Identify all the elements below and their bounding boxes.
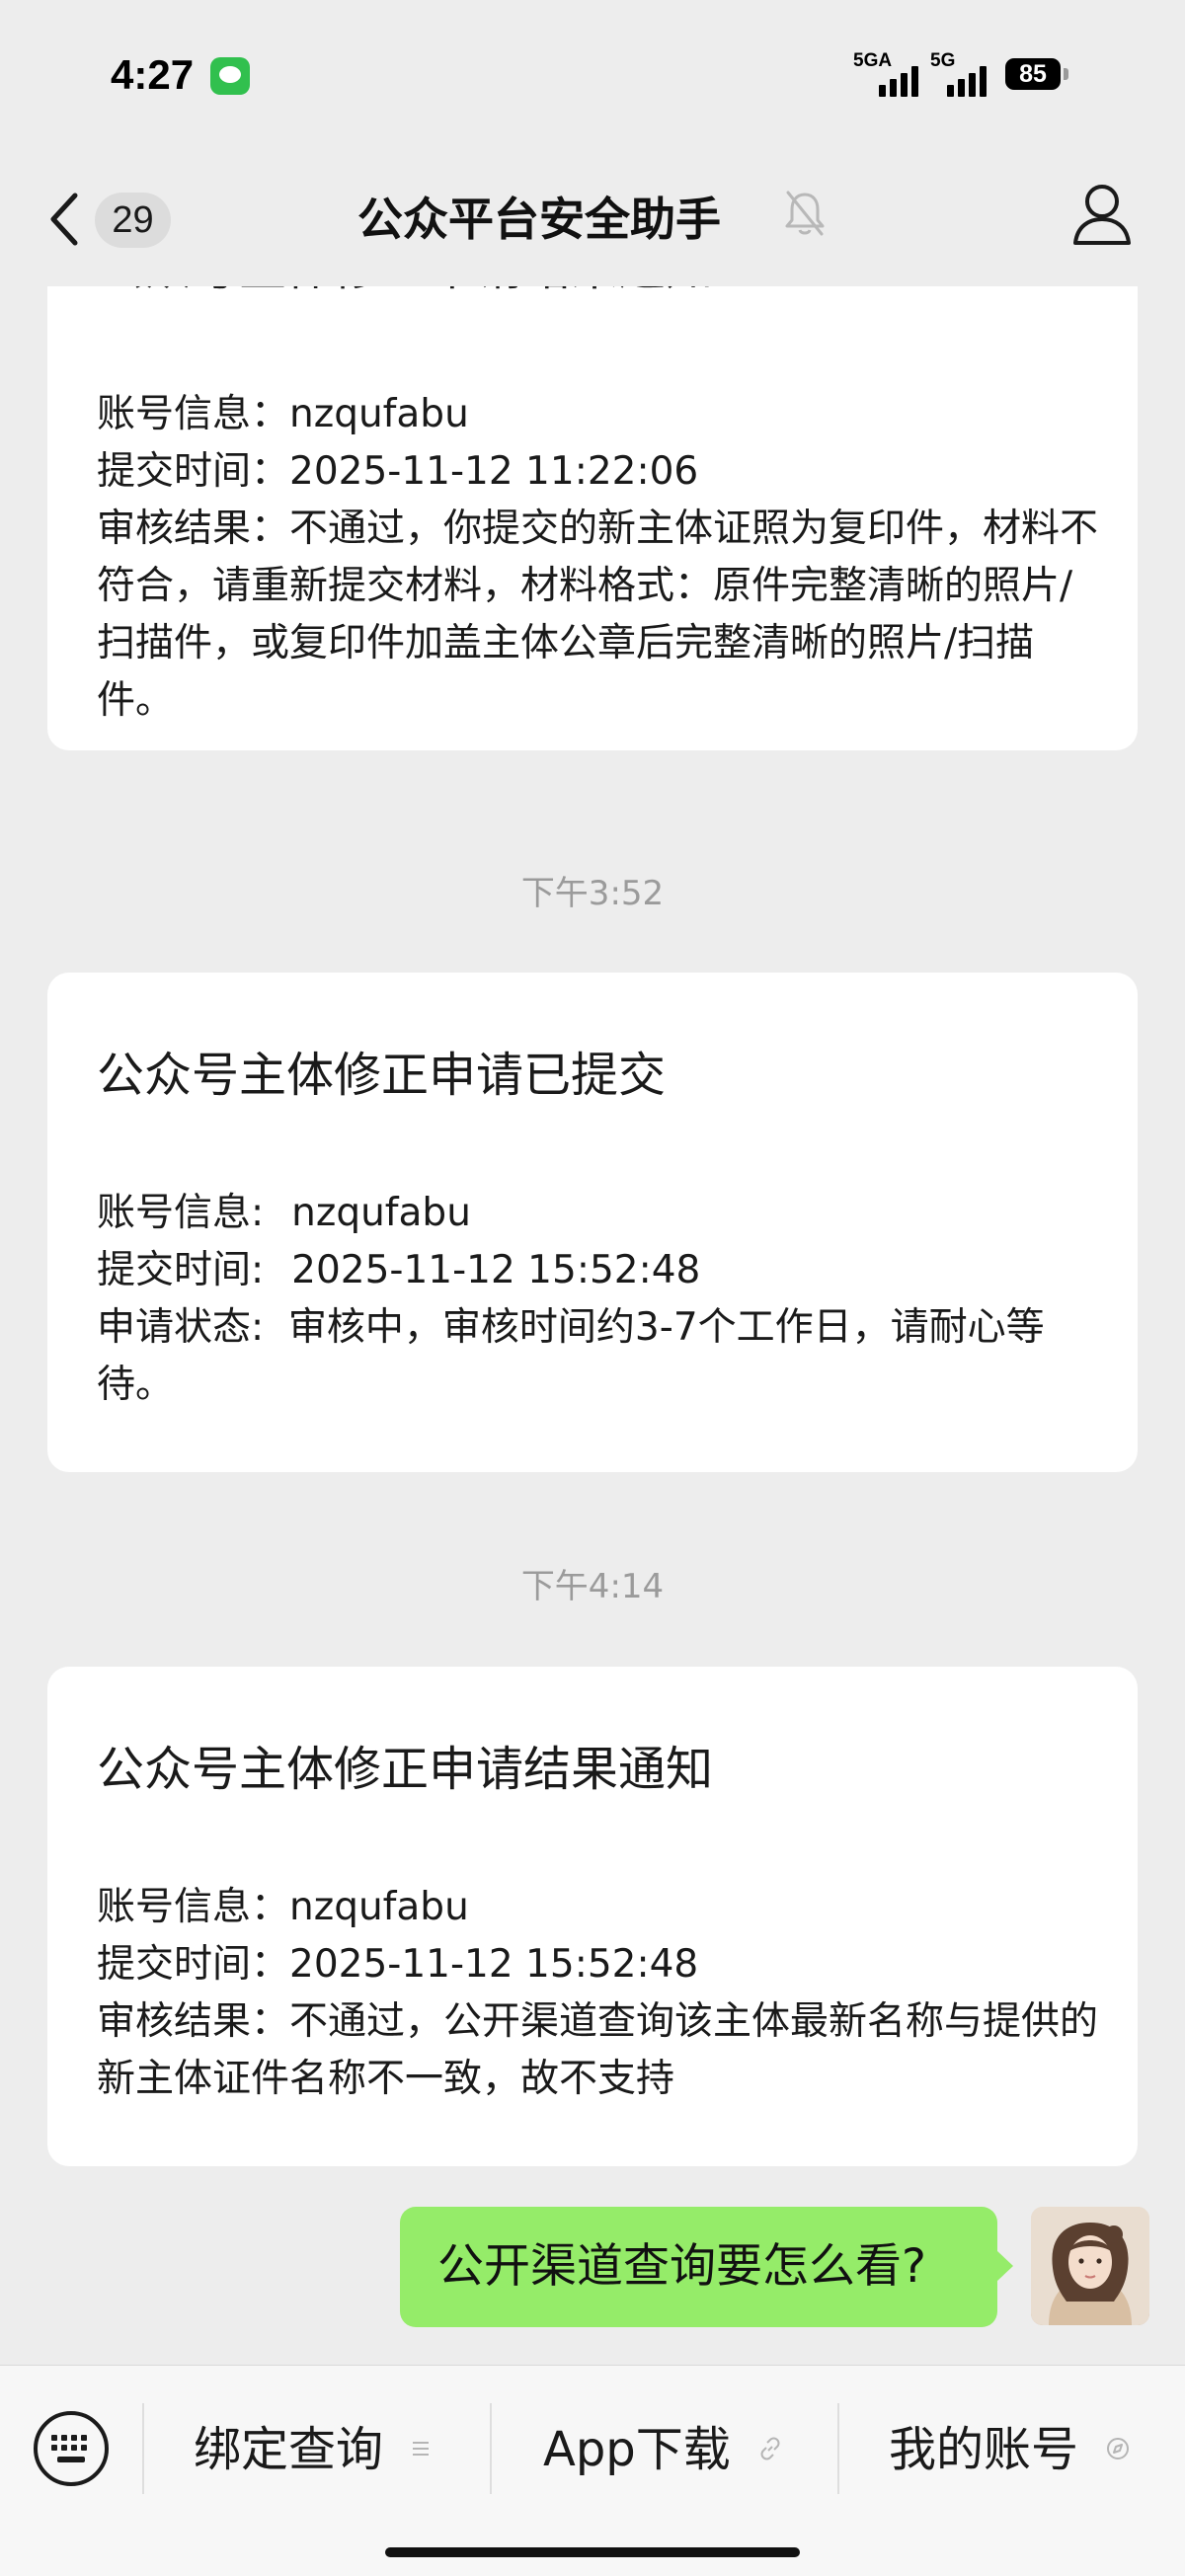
battery-icon: 85 <box>1005 58 1061 90</box>
message-title: 公众号主体修正申请已提交 <box>97 1048 667 1103</box>
list-icon <box>413 2442 430 2456</box>
application-status-text: 申请状态: 审核中，审核时间约3-7个工作日，请耐心等待。 <box>97 1305 1045 1407</box>
account-info-line: 账号信息：nzqufabu <box>97 1879 1098 1936</box>
my-message-bubble[interactable]: 公开渠道查询要怎么看? <box>400 2207 1013 2327</box>
menu-divider <box>490 2403 492 2494</box>
compass-icon <box>1107 2438 1130 2459</box>
avatar-image <box>1031 2207 1149 2325</box>
person-icon[interactable] <box>1071 182 1133 247</box>
menu-divider <box>837 2403 839 2494</box>
review-result-text: 审核结果：不通过，公开渠道查询该主体最新名称与提供的新主体证件名称不一致，故不支… <box>97 1999 1099 2101</box>
account-label: 账号信息： <box>97 1885 290 1929</box>
chevron-left-icon <box>50 193 78 246</box>
status-time: 4:27 <box>111 51 195 98</box>
page-title: 公众平台安全助手 <box>357 193 721 246</box>
menu-item-label: 我的账号 <box>889 2422 1079 2477</box>
submit-time-label: 提交时间： <box>97 1942 290 1987</box>
back-button[interactable]: 29 <box>40 184 188 253</box>
menu-item-app-download[interactable]: App下载 <box>543 2405 783 2494</box>
account-value: nzqufabu <box>289 1885 469 1929</box>
keyboard-toggle-button[interactable] <box>32 2409 111 2488</box>
submit-time-label: 提交时间: <box>97 1248 265 1292</box>
message-title: 公众号主体修正申请结果通知 <box>97 286 713 300</box>
battery-tip <box>1064 68 1068 80</box>
link-icon <box>760 2437 780 2460</box>
message-body: 账号信息：nzqufabu 提交时间：2025-11-12 15:52:48 审… <box>97 1879 1098 2108</box>
submit-time-value: 2025-11-12 11:22:06 <box>289 449 699 494</box>
keyboard-icon <box>34 2411 109 2486</box>
account-label: 账号信息： <box>97 392 290 436</box>
review-result-text: 审核结果：不通过，你提交的新主体证照为复印件，材料不符合，请重新提交材料，材料格… <box>97 507 1099 723</box>
chat-area[interactable]: 公众号主体修正申请结果通知 账号信息：nzqufabu 提交时间：2025-11… <box>0 286 1185 2365</box>
submit-time-line: 提交时间: 2025-11-12 15:52:48 <box>97 1242 1098 1299</box>
message-body: 账号信息：nzqufabu 提交时间：2025-11-12 11:22:06 审… <box>97 386 1098 730</box>
cellular-signal-icon-2: 5G <box>930 51 999 97</box>
cellular-signal-icon: 5GA <box>853 51 924 97</box>
menu-item-bind-query[interactable]: 绑定查询 <box>194 2405 432 2494</box>
bottom-menu-bar: 绑定查询 App下载 我的账号 <box>0 2365 1185 2576</box>
message-card[interactable]: 公众号主体修正申请已提交 账号信息: nzqufabu 提交时间: 2025-11-… <box>47 973 1138 1472</box>
messages-app-icon <box>210 57 250 95</box>
avatar[interactable] <box>1031 2207 1149 2325</box>
network-type-label: 5GA <box>853 50 893 71</box>
network-type-label-2: 5G <box>930 50 956 71</box>
menu-item-my-account[interactable]: 我的账号 <box>889 2405 1131 2494</box>
message-card[interactable]: 公众号主体修正申请结果通知 账号信息：nzqufabu 提交时间：2025-11… <box>47 286 1138 750</box>
submit-time-value: 2025-11-12 15:52:48 <box>291 1248 701 1292</box>
message-card[interactable]: 公众号主体修正申请结果通知 账号信息：nzqufabu 提交时间：2025-11… <box>47 1667 1138 2166</box>
menu-item-label: 绑定查询 <box>194 2422 384 2477</box>
submit-time-value: 2025-11-12 15:52:48 <box>289 1942 699 1987</box>
status-bar: 4:27 5GA 5G 85 <box>0 0 1185 148</box>
bell-off-icon <box>785 191 825 236</box>
home-indicator[interactable] <box>385 2547 800 2557</box>
menu-item-label: App下载 <box>543 2422 731 2477</box>
message-body: 账号信息: nzqufabu 提交时间: 2025-11-12 15:52:48 申… <box>97 1185 1098 1414</box>
unread-count-badge: 29 <box>95 193 171 248</box>
message-timestamp: 下午3:52 <box>520 874 665 913</box>
account-label: 账号信息: <box>97 1191 265 1235</box>
account-info-line: 账号信息: nzqufabu <box>97 1185 1098 1242</box>
account-value: nzqufabu <box>291 1191 471 1235</box>
submit-time-line: 提交时间：2025-11-12 11:22:06 <box>97 443 1098 501</box>
account-value: nzqufabu <box>289 392 469 436</box>
menu-divider <box>142 2403 144 2494</box>
submit-time-label: 提交时间： <box>97 449 290 494</box>
nav-bar: 29 公众平台安全助手 <box>0 148 1185 286</box>
submit-time-line: 提交时间：2025-11-12 15:52:48 <box>97 1936 1098 1993</box>
account-info-line: 账号信息：nzqufabu <box>97 386 1098 443</box>
message-timestamp: 下午4:14 <box>520 1567 665 1606</box>
message-title: 公众号主体修正申请结果通知 <box>97 1742 714 1797</box>
